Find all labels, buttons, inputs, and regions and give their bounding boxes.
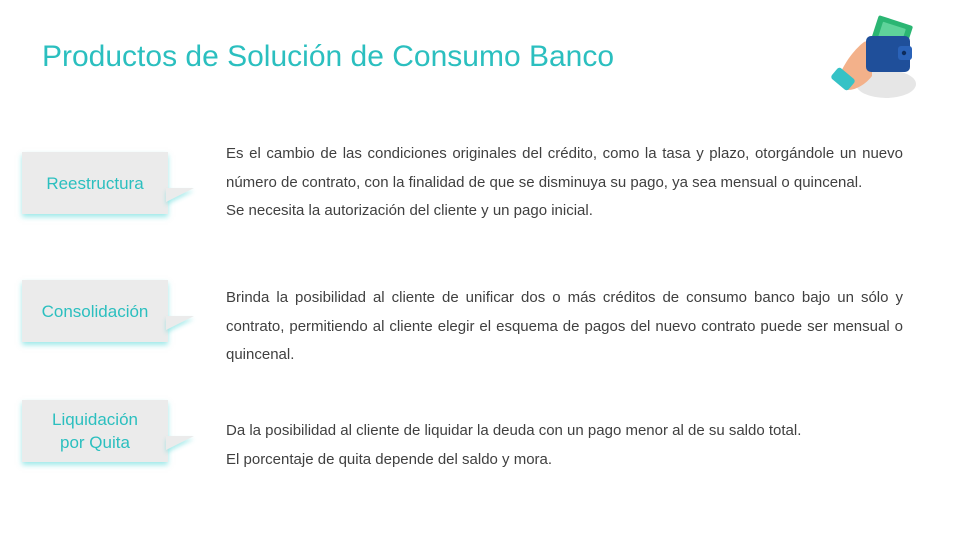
description-paragraph: El porcentaje de quita depende del saldo… xyxy=(226,450,553,468)
description-liquidacion: Da la posibilidad al cliente de liquidar… xyxy=(226,417,903,474)
description-paragraph: Da la posibilidad al cliente de liquidar… xyxy=(226,422,802,439)
description-paragraph: Se necesita la autorización del cliente … xyxy=(226,202,593,219)
callout-label: Reestructura xyxy=(46,173,144,193)
description-consolidacion: Brinda la posibilidad al cliente de unif… xyxy=(226,284,903,370)
description-paragraph: Es el cambio de las condiciones original… xyxy=(226,145,903,191)
hand-wallet-icon xyxy=(831,15,916,98)
description-reestructura: Es el cambio de las condiciones original… xyxy=(226,140,903,226)
callout-label: Consolidación xyxy=(41,301,149,321)
description-paragraph: Brinda la posibilidad al cliente de unif… xyxy=(226,289,903,363)
page-title: Productos de Solución de Consumo Banco xyxy=(42,40,615,73)
callout-reestructura: Reestructura xyxy=(22,152,168,214)
callout-label: Liquidación por Quita xyxy=(51,410,138,452)
callout-consolidacion: Consolidación xyxy=(22,280,168,342)
callout-liquidacion: Liquidación por Quita xyxy=(22,400,168,462)
